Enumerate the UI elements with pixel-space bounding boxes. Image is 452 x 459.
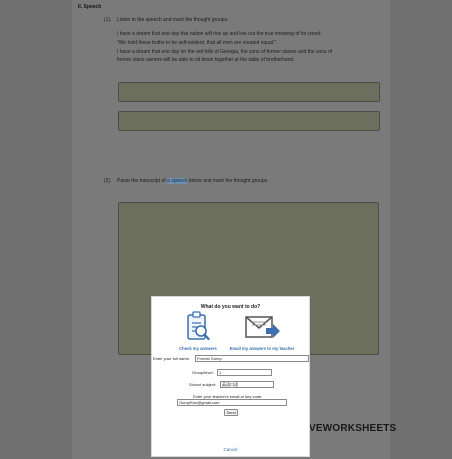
clipboard-magnifier-icon [187, 311, 210, 341]
name-label: Enter your full name: [153, 356, 190, 361]
cancel-link[interactable]: Cancel [152, 447, 309, 452]
group-level-input[interactable]: 1 [217, 369, 272, 376]
submit-dialog: What do you want to do? Check my answers… [151, 296, 310, 457]
dialog-title: What do you want to do? [200, 304, 261, 310]
check-answers-option[interactable]: Check my answers [168, 311, 228, 356]
email-teacher-option[interactable]: Email my answers to my teacher [230, 311, 294, 356]
full-name-input[interactable]: Forrest Gump [195, 355, 309, 362]
envelope-send-icon [245, 316, 280, 338]
email-teacher-label[interactable]: Email my answers to my teacher [224, 346, 300, 351]
subject-label: School subject: [189, 382, 217, 387]
school-subject-input[interactable]: 英语口语 [220, 381, 274, 388]
send-button[interactable]: Send [224, 409, 238, 416]
teacher-email-input[interactable]: GumpRun@gmail.com [177, 399, 287, 406]
group-label: Group/level: [192, 370, 214, 375]
